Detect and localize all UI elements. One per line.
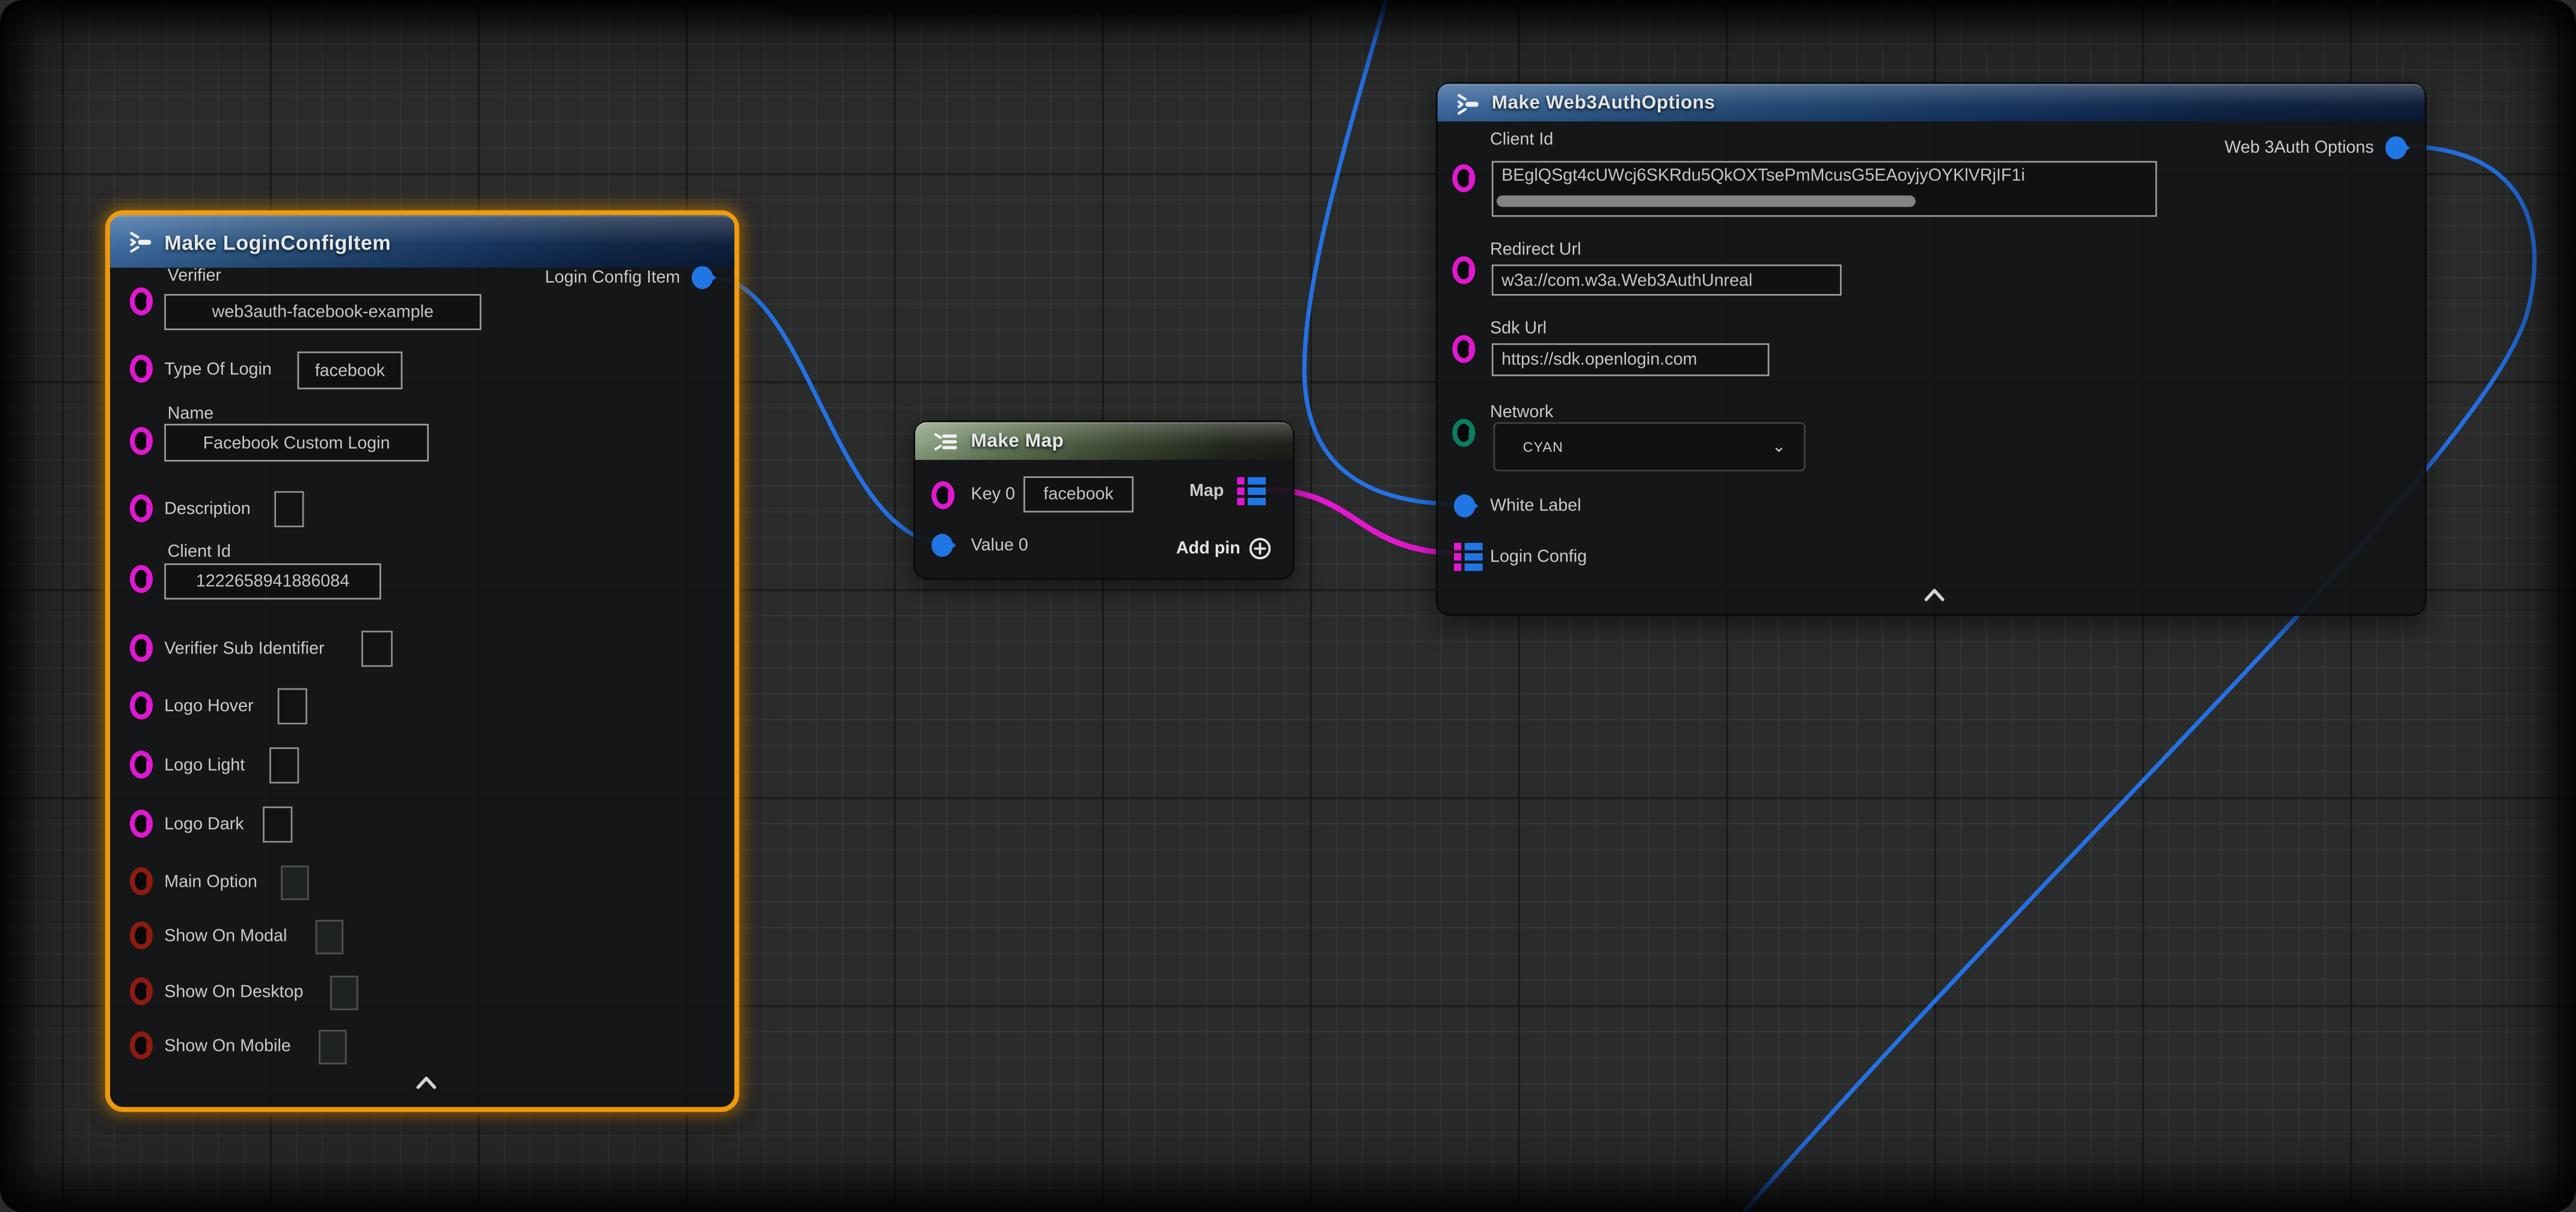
pin-label: Show On Desktop (164, 981, 303, 1003)
node-make-map[interactable]: Make Map Key 0 facebook Map Value 0 Add … (913, 420, 1295, 580)
pin-label: Type Of Login (164, 358, 272, 381)
pin-show-on-desktop[interactable] (130, 978, 153, 1005)
node-title: Make LoginConfigItem (164, 231, 391, 254)
blueprint-editor: Make LoginConfigItem Login Config Item V… (0, 0, 2576, 1212)
pin-main-option[interactable] (130, 868, 153, 895)
output-pin-web3auth-options[interactable] (2385, 136, 2407, 159)
pin-label: Network (1490, 401, 1553, 424)
pin-label: Logo Dark (164, 813, 244, 836)
node-header[interactable]: Make LoginConfigItem (110, 215, 734, 268)
pin-label: Verifier (168, 265, 221, 287)
key-0-input[interactable]: facebook (1023, 476, 1133, 512)
verifier-sub-identifier-input[interactable] (361, 631, 393, 667)
add-pin-plus-icon (1248, 537, 1271, 560)
client-id-input[interactable]: BEglQSgt4cUWcj6SKRdu5QkOXTsePmMcusG5EAoy… (1492, 161, 2157, 217)
pin-verifier[interactable] (130, 287, 153, 315)
offscreen-node-bottom[interactable] (777, 0, 1306, 10)
show-on-modal-checkbox[interactable] (316, 920, 343, 954)
pin-client-id[interactable] (1452, 164, 1475, 192)
pin-label: Show On Modal (164, 925, 287, 947)
add-pin-button[interactable]: Add pin (1176, 537, 1272, 560)
sdk-url-input[interactable]: https://sdk.openlogin.com (1492, 343, 1770, 376)
pin-sdk-url[interactable] (1452, 335, 1475, 363)
pin-label: Main Option (164, 871, 257, 893)
pin-logo-hover[interactable] (130, 691, 153, 719)
node-title: Make Map (971, 432, 1064, 452)
pin-label: Name (168, 402, 214, 425)
logo-hover-input[interactable] (278, 688, 307, 724)
pin-label: White Label (1490, 494, 1581, 517)
pin-label: Key 0 (971, 483, 1015, 506)
node-make-web3authoptions[interactable]: Make Web3AuthOptions Web 3Auth Options C… (1436, 82, 2426, 616)
pin-show-on-modal[interactable] (130, 922, 153, 949)
node-header[interactable]: Make Map (915, 422, 1293, 460)
pin-client-id[interactable] (130, 565, 153, 593)
main-option-checkbox[interactable] (281, 866, 308, 900)
show-on-mobile-checkbox[interactable] (319, 1030, 346, 1064)
map-pin-icon[interactable] (1237, 476, 1266, 506)
pin-label: Value 0 (971, 534, 1028, 557)
chevron-down-icon: ⌄ (1772, 438, 1786, 456)
pin-label: Client Id (1490, 128, 1553, 151)
pin-show-on-mobile[interactable] (130, 1032, 153, 1059)
make-map-icon (933, 432, 960, 452)
collapse-chevron-icon[interactable] (416, 1076, 437, 1089)
node-make-loginconfigitem[interactable]: Make LoginConfigItem Login Config Item V… (105, 210, 740, 1112)
pin-label: Login Config (1490, 545, 1587, 568)
collapse-chevron-icon[interactable] (1924, 588, 1945, 601)
pin-network[interactable] (1452, 419, 1475, 447)
description-input[interactable] (274, 491, 304, 527)
pin-name[interactable] (130, 427, 153, 454)
node-title: Make Web3AuthOptions (1492, 94, 1716, 114)
pin-label: Description (164, 498, 251, 521)
network-dropdown[interactable]: CYAN ⌄ (1493, 422, 1805, 471)
pin-white-label[interactable] (1454, 494, 1476, 517)
client-id-scrollbar[interactable] (1497, 195, 1916, 207)
type-of-login-input[interactable]: facebook (298, 352, 403, 390)
make-struct-icon (1456, 93, 1480, 114)
pin-label: Show On Mobile (164, 1035, 290, 1057)
logo-light-input[interactable] (269, 747, 299, 783)
node-header[interactable]: Make Web3AuthOptions (1438, 84, 2425, 121)
pin-verifier-sub-identifier[interactable] (130, 634, 153, 662)
name-input[interactable]: Facebook Custom Login (164, 424, 429, 462)
pin-label: Redirect Url (1490, 238, 1581, 261)
redirect-url-input[interactable]: w3a://com.w3a.Web3AuthUnreal (1492, 265, 1842, 296)
pin-logo-light[interactable] (130, 751, 153, 779)
logo-dark-input[interactable] (263, 806, 292, 842)
output-pin-label: Web 3Auth Options (2225, 136, 2374, 159)
pin-label: Logo Hover (164, 695, 253, 718)
pin-logo-dark[interactable] (130, 810, 153, 837)
output-pin-login-config-item[interactable] (692, 266, 713, 289)
graph-canvas[interactable]: Make LoginConfigItem Login Config Item V… (0, 0, 2576, 1212)
network-dropdown-value: CYAN (1523, 438, 1772, 454)
show-on-desktop-checkbox[interactable] (330, 976, 358, 1010)
output-pin-label: Map (1189, 480, 1224, 503)
client-id-input[interactable]: 1222658941886084 (164, 563, 381, 599)
login-config-map-pin-icon[interactable] (1454, 542, 1483, 572)
pin-redirect-url[interactable] (1452, 256, 1475, 284)
pin-label: Sdk Url (1490, 317, 1547, 340)
make-struct-icon (128, 231, 153, 253)
pin-type-of-login[interactable] (130, 355, 153, 382)
pin-label: Client Id (168, 540, 231, 563)
verifier-input[interactable]: web3auth-facebook-example (164, 294, 481, 330)
pin-value-0[interactable] (931, 534, 953, 557)
wire-loginconfigitem-to-value0[interactable] (711, 278, 948, 544)
output-pin-label: Login Config Item (545, 266, 680, 289)
pin-description[interactable] (130, 494, 153, 522)
pin-label: Verifier Sub Identifier (164, 637, 324, 660)
pin-label: Logo Light (164, 754, 245, 777)
pin-key-0[interactable] (931, 482, 954, 509)
wire-map-to-loginconfig[interactable] (1268, 489, 1459, 554)
add-pin-label: Add pin (1176, 539, 1240, 559)
